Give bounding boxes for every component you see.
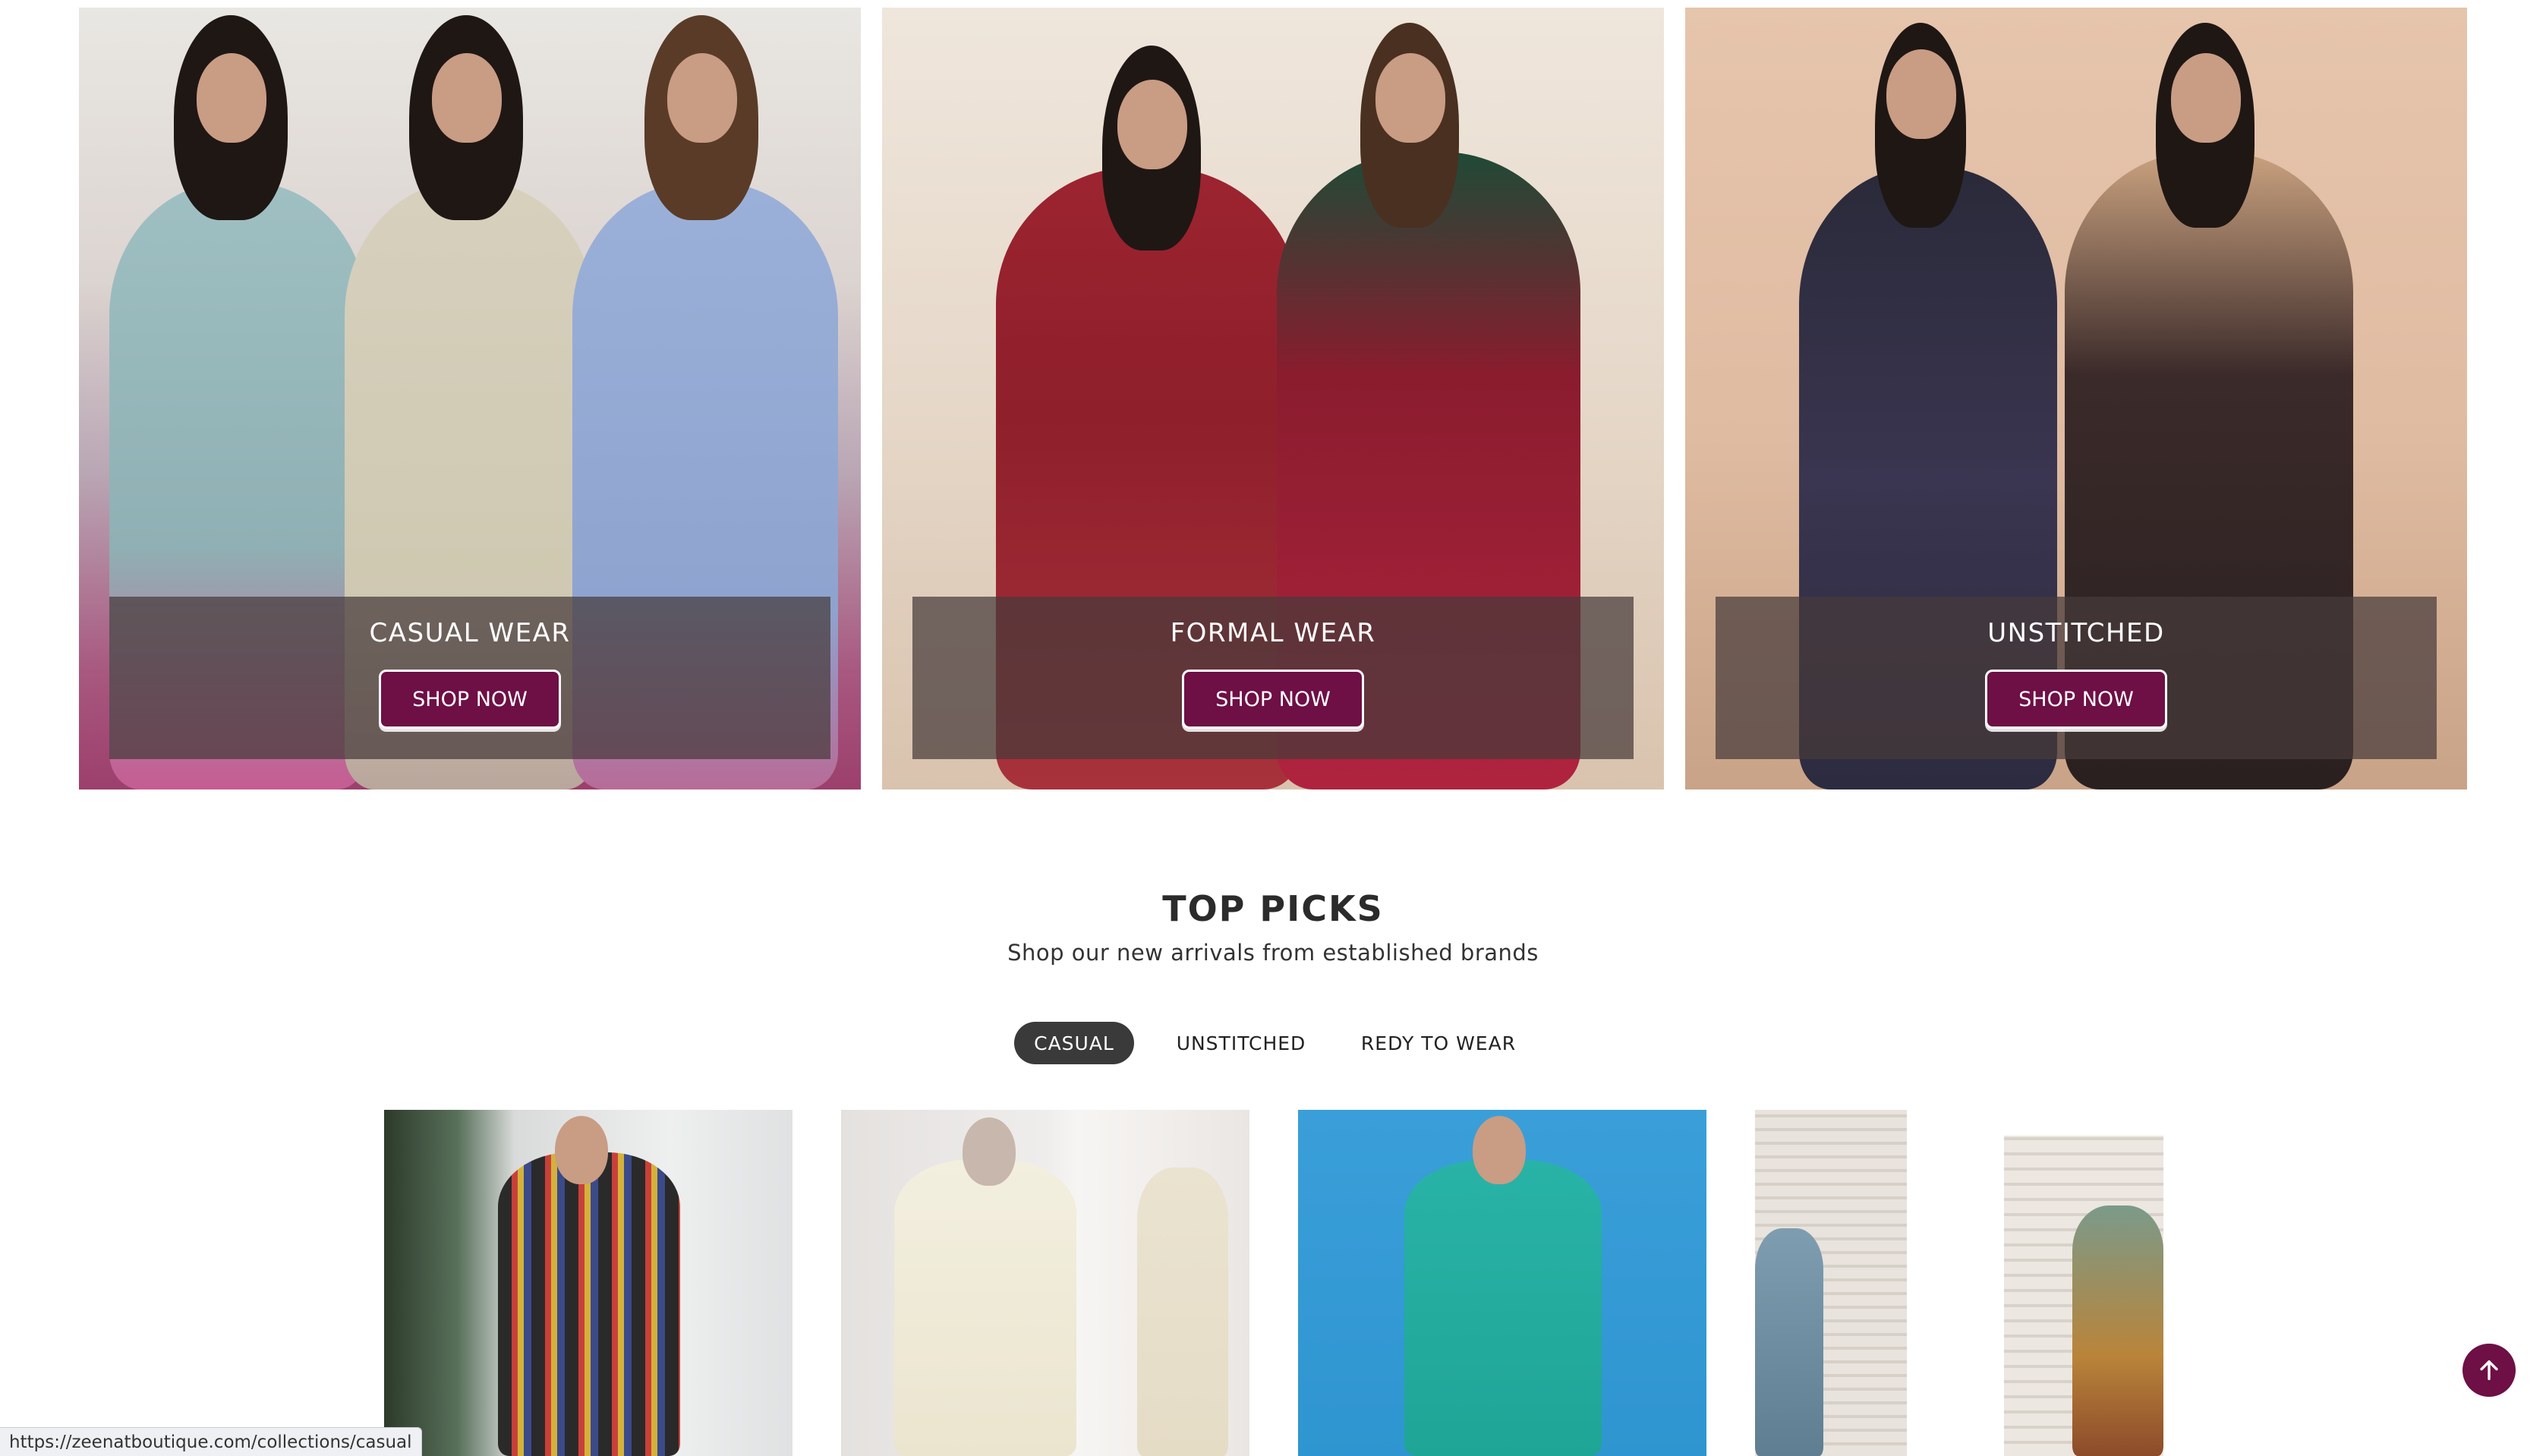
top-picks-tabs: CASUAL UNSTITCHED REDY TO WEAR bbox=[0, 1022, 2546, 1064]
banner-overlay: FORMAL WEAR SHOP NOW bbox=[912, 597, 1634, 759]
shop-now-button[interactable]: SHOP NOW bbox=[1985, 670, 2167, 729]
product-card[interactable] bbox=[1298, 1110, 1706, 1456]
banner-title: UNSTITCHED bbox=[1987, 618, 2165, 648]
section-subtitle: Shop our new arrivals from established b… bbox=[1007, 940, 1539, 966]
banner-overlay: UNSTITCHED SHOP NOW bbox=[1716, 597, 2437, 759]
product-card[interactable] bbox=[384, 1110, 792, 1456]
scroll-top-button[interactable] bbox=[2462, 1344, 2516, 1397]
shop-now-button[interactable]: SHOP NOW bbox=[1182, 670, 1364, 729]
section-title: TOP PICKS bbox=[1162, 888, 1384, 929]
banner-title: FORMAL WEAR bbox=[1170, 618, 1376, 648]
banner-formal-wear[interactable]: FORMAL WEAR SHOP NOW bbox=[882, 8, 1664, 789]
tab-ready-to-wear[interactable]: REDY TO WEAR bbox=[1351, 1022, 1526, 1064]
tab-casual[interactable]: CASUAL bbox=[1014, 1022, 1134, 1064]
product-card[interactable] bbox=[841, 1110, 1249, 1456]
banner-overlay: CASUAL WEAR SHOP NOW bbox=[109, 597, 830, 759]
product-card[interactable] bbox=[1755, 1110, 1907, 1456]
status-url: https://zeenatboutique.com/collections/c… bbox=[0, 1427, 422, 1456]
product-card[interactable] bbox=[2004, 1136, 2163, 1456]
banner-unstitched[interactable]: UNSTITCHED SHOP NOW bbox=[1685, 8, 2467, 789]
product-grid bbox=[0, 1110, 2546, 1456]
tab-unstitched[interactable]: UNSTITCHED bbox=[1161, 1022, 1321, 1064]
banner-casual-wear[interactable]: CASUAL WEAR SHOP NOW bbox=[79, 8, 861, 789]
shop-now-button[interactable]: SHOP NOW bbox=[379, 670, 561, 729]
category-banners: CASUAL WEAR SHOP NOW FORMAL WEAR SHOP NO… bbox=[79, 8, 2467, 789]
arrow-up-icon bbox=[2480, 1360, 2498, 1381]
banner-title: CASUAL WEAR bbox=[369, 618, 571, 648]
